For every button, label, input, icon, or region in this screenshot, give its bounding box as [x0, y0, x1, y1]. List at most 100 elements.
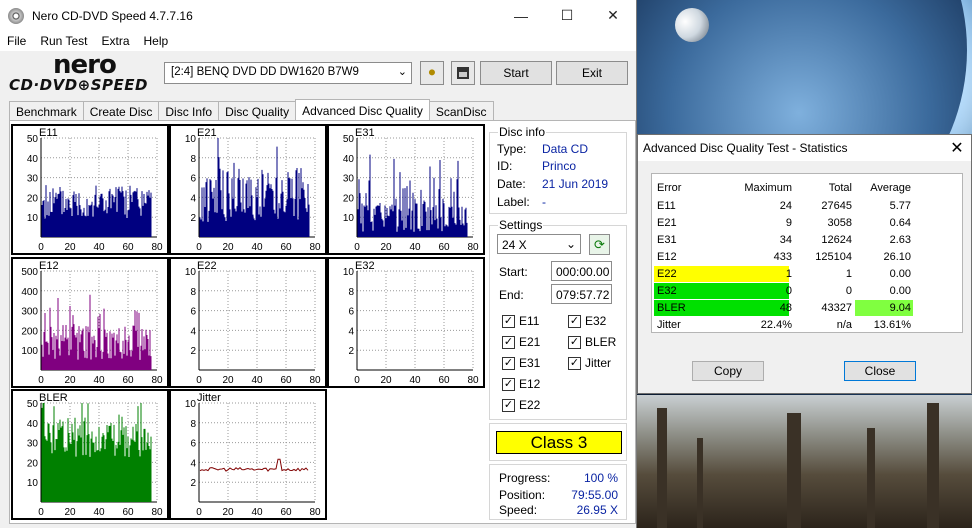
chart-e11-plot: 50 40 30 20 10 0 20 40 60 80	[27, 134, 163, 253]
stats-cell: 9.04	[889, 302, 911, 314]
stats-cell: 24	[779, 200, 792, 212]
stats-cell: E11	[657, 200, 676, 212]
maximize-button[interactable]: ☐	[544, 7, 590, 24]
x-tick-label: 0	[196, 507, 202, 518]
stats-cell: 2.63	[889, 234, 911, 246]
x-tick-label: 80	[309, 375, 321, 386]
y-tick-label: 2	[190, 213, 196, 224]
y-tick-label: 6	[190, 307, 196, 318]
tab-scandisc[interactable]: ScanDisc	[428, 101, 494, 120]
window-title: Nero CD-DVD Speed 4.7.7.16	[32, 8, 193, 23]
menu-run-test[interactable]: Run Test	[33, 34, 94, 48]
y-tick-label: 8	[190, 287, 196, 298]
chart-e21-plot: 1086420 20 40 60 80	[185, 134, 321, 253]
progress-label: Progress:	[499, 471, 551, 485]
tab-disc-quality[interactable]: Disc Quality	[218, 101, 297, 120]
chart-title: Jitter	[197, 392, 221, 404]
stats-row-e21: E21 9 3058 0.64	[657, 215, 917, 230]
x-tick-label: 80	[467, 242, 479, 253]
y-tick-label: 50	[343, 134, 355, 145]
stats-cell: 125104	[815, 251, 852, 263]
x-tick-label: 40	[93, 375, 105, 386]
check-icon: ✓	[502, 335, 515, 349]
tab-disc-info[interactable]: Disc Info	[158, 101, 220, 120]
menu-file[interactable]: File	[0, 34, 33, 48]
x-tick-label: 40	[409, 242, 421, 253]
stats-cell: 26.10	[883, 251, 911, 263]
chart-bler-plot: 50 40 30 20 10 0 20 40 60 80	[27, 399, 163, 518]
end-field[interactable]: 079:57.72	[551, 284, 612, 304]
y-tick-label: 8	[348, 287, 354, 298]
dialog-title: Advanced Disc Quality Test - Statistics	[643, 141, 848, 155]
x-tick-label: 60	[280, 507, 292, 518]
close-button[interactable]: ✕	[590, 7, 636, 24]
y-tick-label: 10	[185, 399, 197, 410]
chart-title: E31	[355, 127, 375, 139]
checkbox-e22[interactable]: ✓ E22	[502, 398, 540, 412]
checkbox-e11[interactable]: ✓ E11	[502, 314, 539, 328]
stats-cell: 0	[845, 285, 852, 297]
stats-cell: 9	[785, 217, 792, 229]
y-tick-label: 10	[185, 134, 197, 145]
stats-cell: 13.61%	[873, 319, 911, 331]
tab-advanced-disc-quality[interactable]: Advanced Disc Quality	[295, 99, 430, 120]
tab-create-disc[interactable]: Create Disc	[82, 101, 160, 120]
y-tick-label: 400	[21, 287, 38, 298]
x-tick-label: 20	[222, 242, 234, 253]
start-button[interactable]: Start	[480, 61, 552, 85]
start-field[interactable]: 000:00.00	[551, 261, 612, 281]
eject-button[interactable]: ⚫	[420, 61, 444, 85]
stats-row-e22: E22 1 1 0.00	[654, 266, 917, 282]
checkbox-e12[interactable]: ✓ E12	[502, 377, 540, 391]
chart-e11: 50 40 30 20 10 0 20 40 60 80 E11	[11, 124, 169, 255]
save-button[interactable]	[451, 61, 475, 85]
close-dialog-button[interactable]: Close	[844, 361, 916, 381]
y-tick-label: 2	[348, 346, 354, 357]
y-tick-label: 2	[190, 478, 196, 489]
position-label: Position:	[499, 488, 546, 502]
speed-select[interactable]: 24 X ⌄	[497, 234, 581, 254]
x-tick-label: 40	[251, 242, 263, 253]
y-tick-label: 2	[190, 346, 196, 357]
title-bar: Nero CD-DVD Speed 4.7.7.16 — ☐ ✕	[0, 0, 636, 31]
chart-e31-plot: 50 40 30 20 10 0 20 40 60 80	[343, 134, 479, 253]
disc-type-label: Type:	[497, 142, 527, 156]
checkbox-bler[interactable]: ✓ BLER	[568, 335, 616, 349]
eject-icon: ⚫	[426, 65, 438, 80]
stats-table: Error Maximum Total Average E11 24 27645 5.…	[651, 173, 963, 333]
menu-extra[interactable]: Extra	[94, 34, 136, 48]
stats-cell: 3058	[827, 217, 852, 229]
chevron-down-icon: ⌄	[565, 237, 576, 251]
checkbox-e31[interactable]: ✓ E31	[502, 356, 540, 370]
check-icon: ✓	[568, 314, 581, 328]
refresh-button[interactable]: ⟳	[589, 234, 610, 255]
y-tick-label: 10	[185, 267, 197, 278]
main-window: Nero CD-DVD Speed 4.7.7.16 — ☐ ✕ File Ru…	[0, 0, 637, 528]
chart-e12-plot: 500 400 300 200 100 0 20 40 60 80	[21, 267, 163, 386]
menu-help[interactable]: Help	[137, 34, 176, 48]
statistics-dialog: Advanced Disc Quality Test - Statistics …	[637, 134, 972, 394]
y-tick-label: 10	[343, 267, 355, 278]
dialog-close-icon[interactable]: ✕	[943, 138, 971, 158]
nero-logo: nero CD·DVD⊕SPEED	[9, 50, 148, 94]
checkbox-e21[interactable]: ✓ E21	[502, 335, 540, 349]
disc-date-value: 21 Jun 2019	[542, 177, 609, 191]
stats-cell: 5.77	[889, 200, 911, 212]
x-tick-label: 0	[38, 507, 44, 518]
tab-benchmark[interactable]: Benchmark	[9, 101, 84, 120]
y-tick-label: 4	[348, 326, 354, 337]
y-tick-label: 10	[27, 478, 39, 489]
checkbox-e32[interactable]: ✓ E32	[568, 314, 606, 328]
x-tick-label: 40	[409, 375, 421, 386]
stats-cell: 48	[779, 302, 792, 314]
exit-button[interactable]: Exit	[556, 61, 628, 85]
x-tick-label: 60	[438, 375, 450, 386]
stats-cell: 1	[845, 268, 852, 280]
minimize-button[interactable]: —	[498, 8, 544, 24]
checkbox-jitter[interactable]: ✓ Jitter	[568, 356, 611, 370]
y-tick-label: 6	[190, 439, 196, 450]
copy-button[interactable]: Copy	[692, 361, 764, 381]
x-tick-label: 20	[380, 375, 392, 386]
x-tick-label: 80	[151, 507, 163, 518]
drive-select[interactable]: [2:4] BENQ DVD DD DW1620 B7W9 ⌄	[164, 62, 412, 84]
